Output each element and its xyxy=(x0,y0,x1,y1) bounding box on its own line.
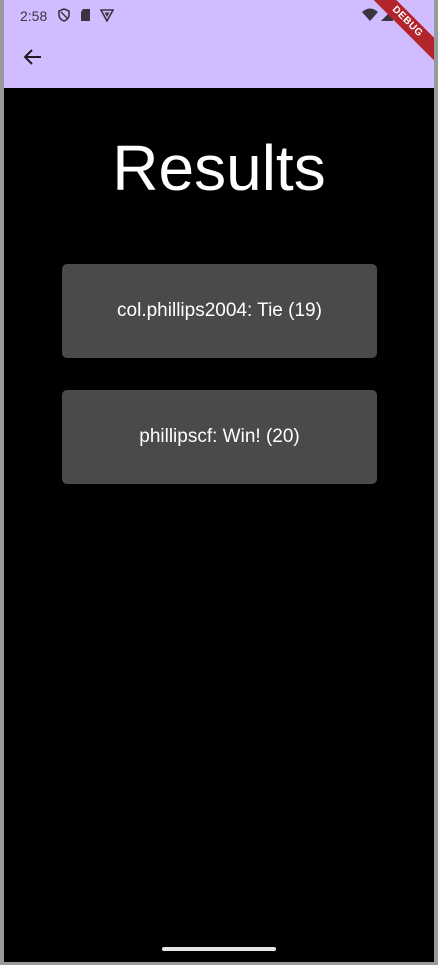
result-card[interactable]: col.phillips2004: Tie (19) xyxy=(62,264,377,358)
shield-icon xyxy=(58,8,70,22)
status-bar: 2:58 xyxy=(4,0,434,34)
app-bar: 2:58 DEBUG xyxy=(4,0,434,88)
home-indicator[interactable] xyxy=(162,947,276,951)
page-title: Results xyxy=(112,132,326,204)
result-card[interactable]: phillipscf: Win! (20) xyxy=(62,390,377,484)
sd-card-icon xyxy=(81,9,90,21)
wifi-icon xyxy=(362,8,378,21)
app-window: 2:58 DEBUG Results col.phillips2004: Tie… xyxy=(4,0,434,962)
status-time: 2:58 xyxy=(20,8,48,24)
back-button[interactable] xyxy=(16,40,50,74)
vpn-icon xyxy=(100,9,114,22)
arrow-left-icon xyxy=(23,49,41,65)
